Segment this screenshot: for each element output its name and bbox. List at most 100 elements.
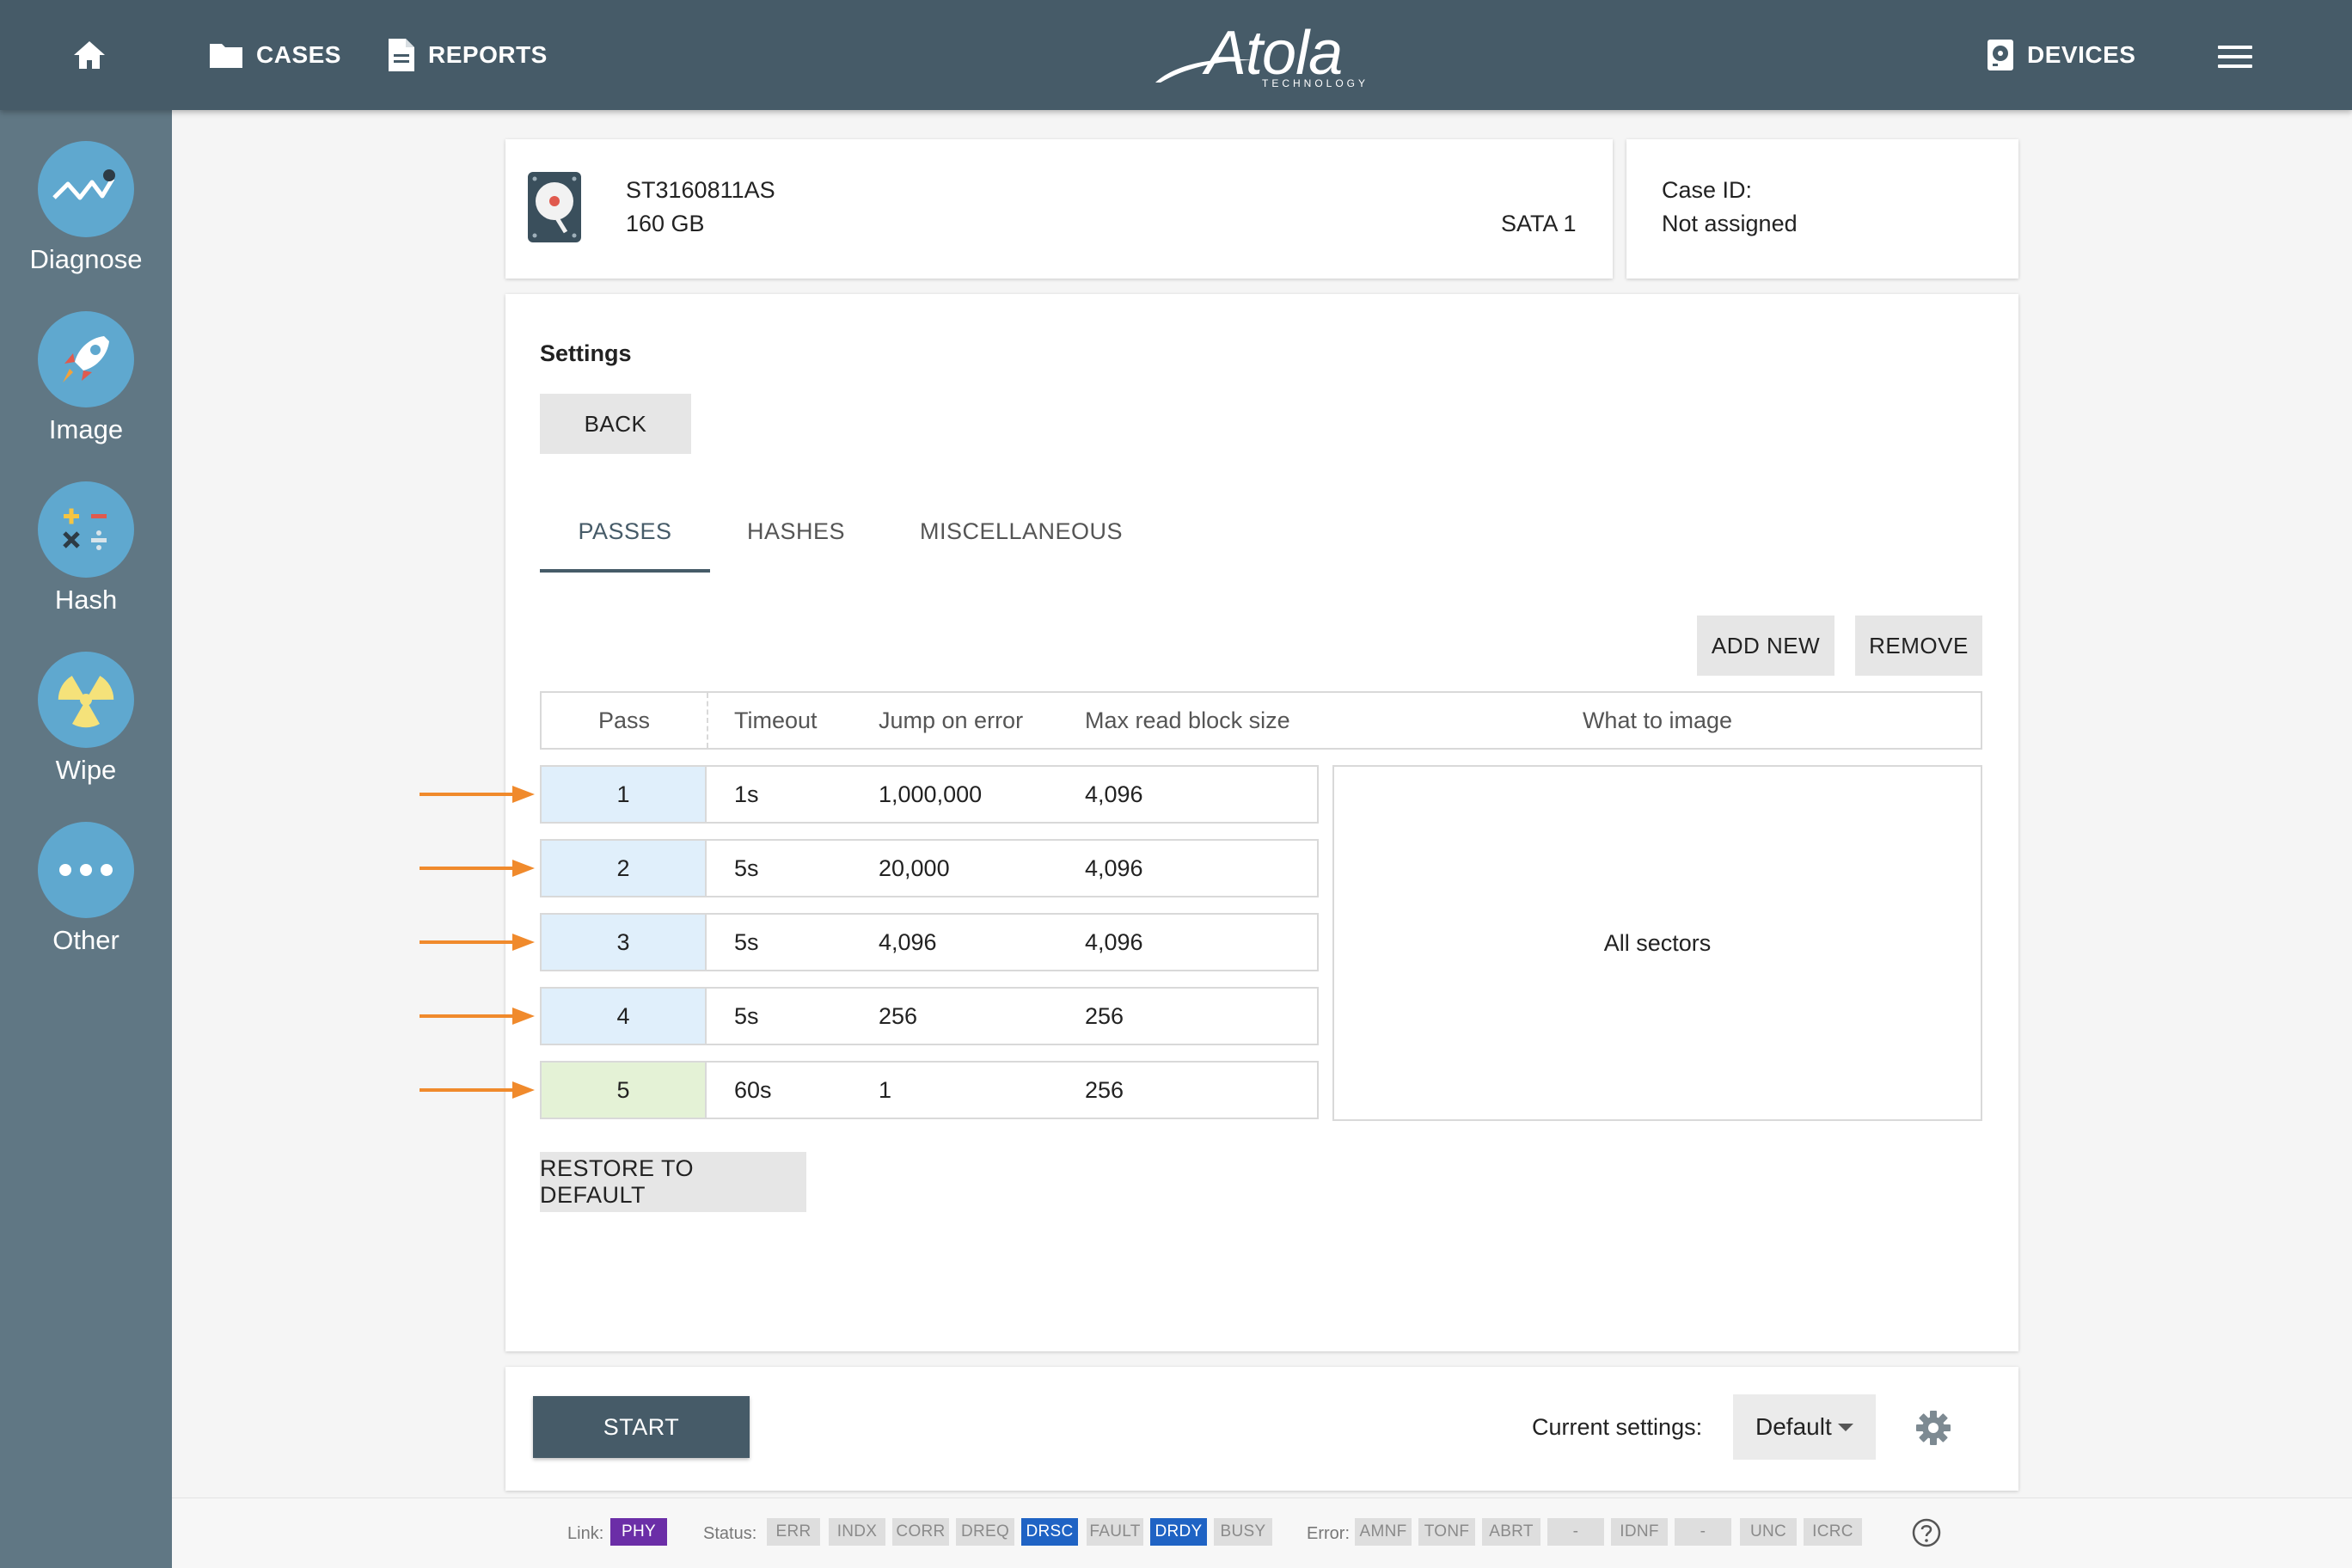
pass-number: 2 (542, 841, 707, 896)
table-row[interactable]: 1 1s 1,000,000 4,096 (540, 765, 1319, 824)
devices-label: DEVICES (2027, 41, 2136, 68)
folder-icon (210, 44, 242, 68)
hamburger-menu-icon[interactable] (2216, 41, 2254, 72)
diagnose-icon (38, 141, 134, 237)
tab-miscellaneous[interactable]: MISCELLANEOUS (911, 507, 1131, 555)
sidebar-item-wipe[interactable]: Wipe (0, 652, 172, 815)
pass-number: 3 (542, 915, 707, 970)
more-icon (38, 822, 134, 918)
header-jump-on-error: Jump on error (879, 707, 1024, 733)
chevron-down-icon (1838, 1424, 1853, 1431)
status-badge: UNC (1740, 1518, 1797, 1546)
status-badge: DREQ (956, 1518, 1014, 1546)
calculator-icon (38, 481, 134, 578)
reports-button[interactable]: REPORTS (387, 36, 548, 74)
link-label: Link: (567, 1524, 604, 1543)
rocket-icon (38, 311, 134, 407)
sidebar: Diagnose Image Hash Wipe Other (0, 110, 172, 1568)
case-card[interactable] (1626, 139, 2018, 279)
status-badge: AMNF (1355, 1518, 1412, 1546)
restore-to-default-button[interactable]: RESTORE TO DEFAULT (540, 1152, 806, 1212)
status-badge: CORR (892, 1518, 949, 1546)
status-badge: FAULT (1087, 1518, 1143, 1546)
devices-button[interactable]: DEVICES (1986, 36, 2135, 74)
help-icon[interactable] (1912, 1518, 1941, 1547)
timeout-cell: 5s (734, 854, 759, 881)
sidebar-item-other[interactable]: Other (0, 822, 172, 985)
max-block-size-cell: 256 (1085, 1002, 1124, 1029)
header-divider (707, 693, 708, 748)
jump-on-error-cell: 1,000,000 (879, 781, 983, 807)
current-settings-label: Current settings: (1532, 1414, 1703, 1440)
current-settings-value: Default (1755, 1413, 1832, 1440)
sidebar-item-diagnose[interactable]: Diagnose (0, 141, 172, 304)
device-capacity: 160 GB (626, 211, 705, 236)
cases-label: CASES (256, 41, 341, 68)
table-row[interactable]: 2 5s 20,000 4,096 (540, 839, 1319, 897)
status-badge: DRSC (1021, 1518, 1078, 1546)
error-label: Error: (1307, 1524, 1350, 1543)
sidebar-item-label: Diagnose (29, 244, 143, 274)
pass-number: 4 (542, 989, 707, 1044)
jump-on-error-cell: 4,096 (879, 928, 937, 955)
top-bar: CASES REPORTS Atola TECHNOLOGY DEVICES (0, 0, 2352, 110)
status-badge: ERR (767, 1518, 820, 1546)
jump-on-error-cell: 20,000 (879, 854, 950, 881)
atola-logo: Atola TECHNOLOGY (1152, 15, 1375, 93)
header-max-read-block-size: Max read block size (1085, 707, 1290, 733)
table-row[interactable]: 4 5s 256 256 (540, 987, 1319, 1045)
status-badge: IDNF (1611, 1518, 1668, 1546)
arrow-pointer-icon (420, 786, 535, 803)
add-new-button[interactable]: ADD NEW (1697, 616, 1834, 676)
status-badge: INDX (829, 1518, 885, 1546)
gear-icon[interactable] (1915, 1410, 1951, 1446)
max-block-size-cell: 4,096 (1085, 781, 1143, 807)
arrow-pointer-icon (420, 860, 535, 877)
passes-table-header: Pass Timeout Jump on error Max read bloc… (540, 691, 1982, 750)
home-icon (74, 41, 105, 69)
tab-hashes[interactable]: HASHES (722, 507, 870, 555)
status-badge: - (1547, 1518, 1604, 1546)
timeout-cell: 1s (734, 781, 759, 807)
status-badge: - (1675, 1518, 1731, 1546)
start-button[interactable]: START (533, 1396, 750, 1458)
status-badge: BUSY (1214, 1518, 1272, 1546)
table-row[interactable]: 3 5s 4,096 4,096 (540, 913, 1319, 971)
case-id-value: Not assigned (1662, 211, 1798, 236)
max-block-size-cell: 256 (1085, 1076, 1124, 1103)
header-pass: Pass (597, 707, 651, 733)
cases-button[interactable]: CASES (208, 36, 341, 74)
max-block-size-cell: 4,096 (1085, 854, 1143, 881)
sidebar-item-label: Hash (54, 585, 118, 615)
arrow-pointer-icon (420, 1081, 535, 1099)
arrow-pointer-icon (420, 934, 535, 951)
arrow-pointer-icon (420, 1008, 535, 1025)
status-badge: ABRT (1482, 1518, 1540, 1546)
radiation-icon (38, 652, 134, 748)
jump-on-error-cell: 1 (879, 1076, 892, 1103)
pass-number: 1 (542, 767, 707, 822)
remove-button[interactable]: REMOVE (1855, 616, 1982, 676)
pass-number: 5 (542, 1063, 707, 1118)
current-settings-select[interactable]: Default (1733, 1394, 1876, 1460)
header-what-to-image: What to image (1582, 707, 1733, 733)
status-badge: TONF (1418, 1518, 1475, 1546)
sidebar-item-image[interactable]: Image (0, 311, 172, 475)
status-badge: PHY (610, 1518, 667, 1546)
device-interface: SATA 1 (1501, 211, 1577, 236)
what-to-image-cell[interactable]: All sectors (1332, 765, 1982, 1121)
back-button[interactable]: BACK (540, 394, 691, 454)
max-block-size-cell: 4,096 (1085, 928, 1143, 955)
device-card (505, 139, 1613, 279)
sidebar-item-label: Other (52, 925, 119, 955)
case-id-label: Case ID: (1662, 177, 1753, 203)
home-button[interactable] (67, 36, 112, 74)
tab-passes[interactable]: PASSES (540, 507, 710, 555)
jump-on-error-cell: 256 (879, 1002, 918, 1029)
table-row[interactable]: 5 60s 1 256 (540, 1061, 1319, 1119)
reports-label: REPORTS (428, 41, 548, 68)
timeout-cell: 5s (734, 1002, 759, 1029)
header-timeout: Timeout (734, 707, 818, 733)
sidebar-item-hash[interactable]: Hash (0, 481, 172, 645)
status-label: Status: (703, 1524, 757, 1543)
